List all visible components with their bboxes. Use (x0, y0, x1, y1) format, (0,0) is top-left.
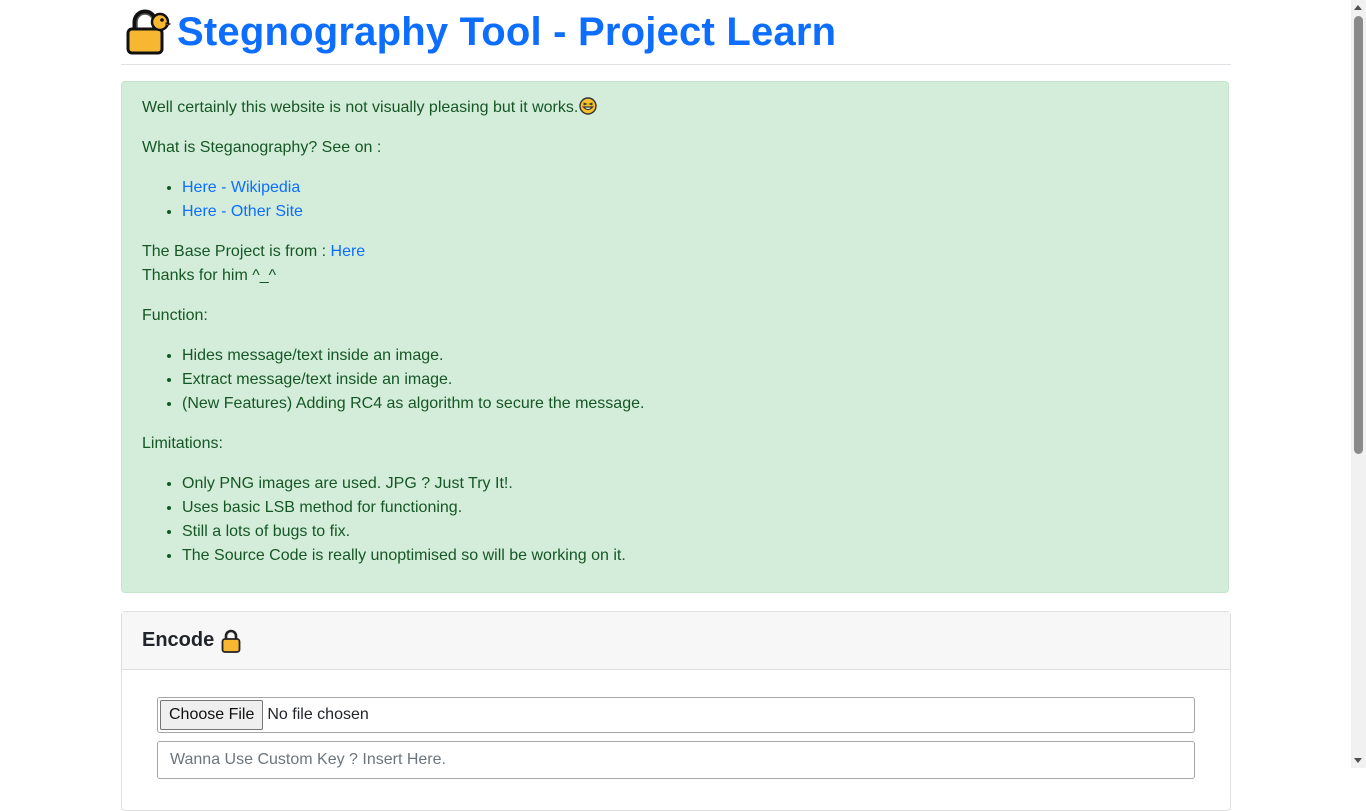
list-item: The Source Code is really unoptimised so… (182, 544, 1208, 568)
other-site-link[interactable]: Here - Other Site (182, 203, 303, 220)
intro-text: Well certainly this website is not visua… (142, 99, 579, 116)
base-project-text: The Base Project is from : (142, 243, 331, 260)
info-alert: Well certainly this website is not visua… (121, 81, 1229, 593)
encode-heading: Encode (142, 629, 215, 651)
limitations-list: Only PNG images are used. JPG ? Just Try… (142, 472, 1208, 568)
image-file-input[interactable]: Choose File No file chosen (157, 697, 1195, 733)
list-item: Still a lots of bugs to fix. (182, 520, 1208, 544)
encode-card: Encode Choose File No file chosen (121, 611, 1231, 811)
function-heading: Function: (142, 307, 208, 324)
vertical-scrollbar[interactable] (1351, 0, 1366, 768)
base-project-paragraph: The Base Project is from : Here Thanks f… (142, 240, 1208, 288)
scrollbar-thumb[interactable] (1354, 16, 1363, 454)
list-item: Hides message/text inside an image. (182, 344, 1208, 368)
intro-paragraph: Well certainly this website is not visua… (142, 96, 1208, 120)
wikipedia-link[interactable]: Here - Wikipedia (182, 179, 300, 196)
scroll-up-arrow-icon[interactable] (1354, 5, 1362, 10)
list-item: Here - Wikipedia (182, 176, 1208, 200)
thanks-text: Thanks for him ^_^ (142, 267, 277, 284)
lock-with-duck-icon (123, 8, 172, 56)
lock-icon (220, 629, 242, 653)
choose-file-button[interactable]: Choose File (160, 700, 264, 730)
list-item: Extract message/text inside an image. (182, 368, 1208, 392)
list-item: Uses basic LSB method for functioning. (182, 496, 1208, 520)
list-item: Only PNG images are used. JPG ? Just Try… (182, 472, 1208, 496)
page-header: Stegnography Tool - Project Learn (121, 0, 1231, 65)
scroll-down-arrow-icon[interactable] (1354, 758, 1362, 763)
functions-list: Hides message/text inside an image. Extr… (142, 344, 1208, 416)
encode-card-header: Encode (122, 612, 1230, 670)
page-container: Stegnography Tool - Project Learn Well c… (121, 0, 1231, 811)
file-status-text: No file chosen (267, 706, 369, 723)
grinning-squinting-face-icon (579, 97, 598, 115)
list-item: (New Features) Adding RC4 as algorithm t… (182, 392, 1208, 416)
custom-key-input[interactable] (157, 741, 1195, 779)
page-title: Stegnography Tool - Project Learn (177, 10, 837, 54)
list-item: Here - Other Site (182, 200, 1208, 224)
limitations-heading: Limitations: (142, 435, 223, 452)
base-project-link[interactable]: Here (331, 243, 366, 260)
what-is-text: What is Steganography? See on : (142, 139, 382, 156)
links-list: Here - Wikipedia Here - Other Site (142, 176, 1208, 224)
